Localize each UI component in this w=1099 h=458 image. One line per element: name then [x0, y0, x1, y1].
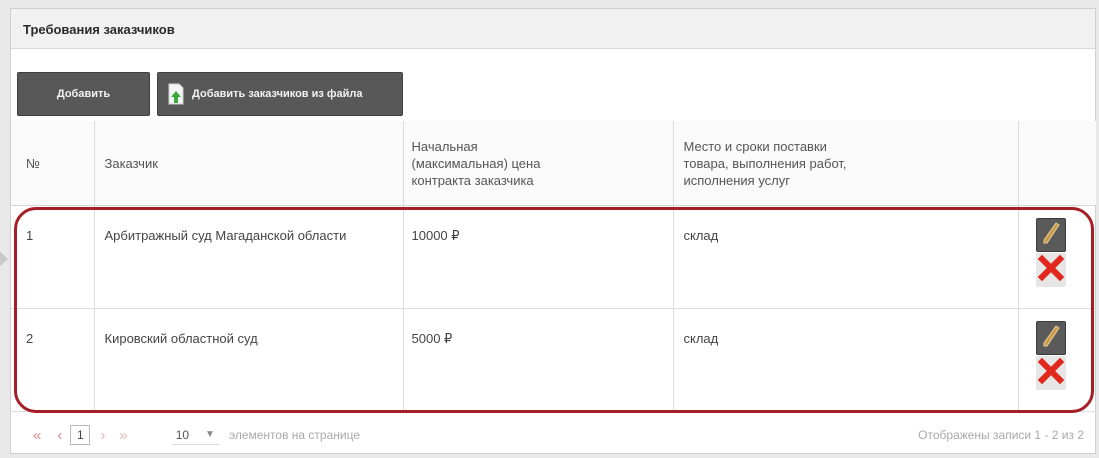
header-price-line: (максимальная) цена [411, 156, 541, 172]
cell-actions [1018, 308, 1096, 412]
header-place-line: Место и сроки поставки [683, 139, 827, 155]
cell-actions [1018, 205, 1096, 309]
customers-table: № Заказчик Начальная (максимальная) цена… [11, 121, 1096, 412]
header-place-line: исполнения услуг [683, 173, 791, 189]
file-upload-icon [168, 83, 184, 105]
header-place[interactable]: Место и сроки поставки товара, выполнени… [673, 121, 1019, 206]
side-arrow-marker [0, 248, 8, 270]
red-x-icon [1037, 357, 1065, 388]
panel-title: Требования заказчиков [11, 9, 1095, 49]
per-page-label: элементов на странице [228, 428, 361, 442]
page-size-value: 10 [175, 427, 190, 442]
chevron-down-icon: ▼ [205, 429, 215, 440]
header-place-line: товара, выполнения работ, [683, 156, 847, 172]
header-price-line: Начальная [411, 139, 478, 155]
cell-place: склад [673, 205, 1019, 309]
current-page-number[interactable]: 1 [70, 425, 91, 445]
first-page-link[interactable]: « [33, 427, 41, 444]
header-num[interactable]: № [11, 121, 95, 206]
header-price-line: контракта заказчика [411, 173, 534, 189]
edit-button[interactable] [1036, 320, 1066, 355]
table-row[interactable]: 2 Кировский областной суд 5000 ₽ склад [11, 308, 1096, 412]
table-header-row: № Заказчик Начальная (максимальная) цена… [11, 121, 1096, 206]
add-customers-from-file-button[interactable]: Добавить заказчиков из файла [157, 72, 403, 116]
add-customers-from-file-label: Добавить заказчиков из файла [192, 88, 363, 100]
add-button[interactable]: Добавить [17, 72, 150, 116]
cell-place: склад [673, 308, 1019, 412]
pencil-icon [1041, 220, 1061, 249]
cell-num: 1 [11, 205, 95, 309]
page-size-select[interactable]: 10 ▼ [171, 426, 219, 445]
header-customer[interactable]: Заказчик [94, 121, 404, 206]
cell-customer: Кировский областной суд [94, 308, 404, 412]
table-row[interactable]: 1 Арбитражный суд Магаданской области 10… [11, 205, 1096, 309]
delete-button[interactable] [1036, 252, 1066, 287]
toolbar: Добавить Добавить заказчиков из файла [17, 72, 403, 116]
header-actions [1018, 121, 1096, 206]
records-info: Отображены записи 1 - 2 из 2 [918, 428, 1084, 442]
header-price[interactable]: Начальная (максимальная) цена контракта … [403, 121, 674, 206]
prev-page-link[interactable]: ‹ [57, 427, 62, 444]
cell-price: 10000 ₽ [403, 205, 674, 309]
delete-button[interactable] [1036, 355, 1066, 390]
cell-num: 2 [11, 308, 95, 412]
edit-button[interactable] [1036, 217, 1066, 252]
last-page-link[interactable]: » [119, 427, 127, 444]
pencil-icon [1041, 323, 1061, 352]
cell-price: 5000 ₽ [403, 308, 674, 412]
next-page-link[interactable]: › [100, 427, 105, 444]
customer-requirements-panel: Требования заказчиков Добавить Добавить … [10, 8, 1096, 454]
cell-customer: Арбитражный суд Магаданской области [94, 205, 404, 309]
pagination-bar: « ‹ 1 › » 10 ▼ элементов на странице Ото… [11, 417, 1096, 453]
red-x-icon [1037, 254, 1065, 285]
